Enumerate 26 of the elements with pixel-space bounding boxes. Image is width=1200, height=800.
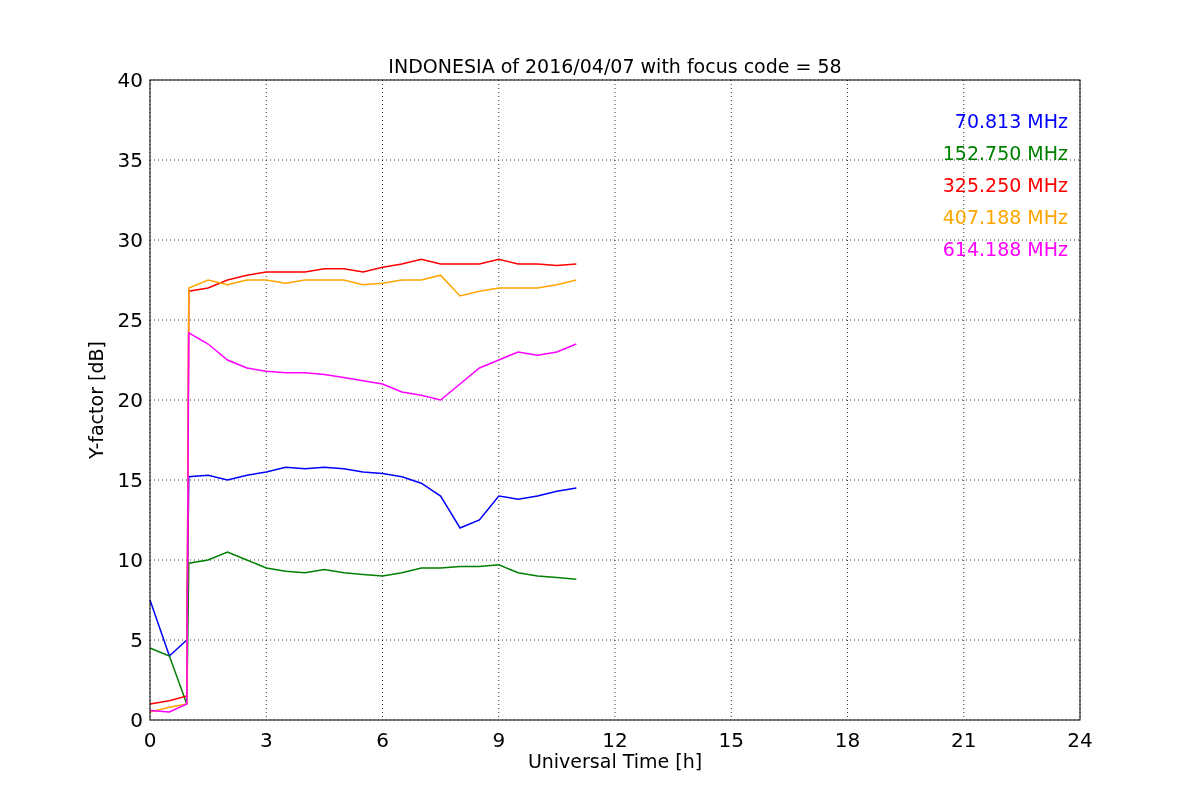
tick-label: 3 <box>259 728 273 752</box>
tick-label: 40 <box>117 68 143 92</box>
tick-label: 9 <box>492 728 506 752</box>
legend-label: 325.250 MHz <box>942 174 1068 196</box>
tick-label: 20 <box>117 388 143 412</box>
axis-label: Universal Time [h] <box>527 750 703 772</box>
tick-label: 15 <box>718 728 744 752</box>
legend-label: 407.188 MHz <box>942 206 1068 228</box>
tick-label: 18 <box>834 728 861 752</box>
axis-label: Y-factor [dB] <box>85 341 107 459</box>
tick-label: 10 <box>117 548 143 572</box>
tick-label: 15 <box>117 468 143 492</box>
tick-label: 30 <box>117 228 143 252</box>
tick-label: 21 <box>951 728 977 752</box>
tick-label: 0 <box>130 708 143 732</box>
tick-label: 35 <box>117 148 143 172</box>
legend-label: 152.750 MHz <box>942 142 1068 164</box>
chart-title: INDONESIA of 2016/04/07 with focus code = 58 <box>388 55 842 77</box>
tick-label: 12 <box>602 728 628 752</box>
legend-label: 614.188 MHz <box>942 238 1068 260</box>
tick-label: 25 <box>117 308 143 332</box>
legend-label: 70.813 MHz <box>954 110 1068 132</box>
tick-label: 5 <box>130 628 143 652</box>
tick-label: 24 <box>1067 728 1093 752</box>
tick-label: 6 <box>376 728 389 752</box>
tick-label: 0 <box>143 728 157 752</box>
